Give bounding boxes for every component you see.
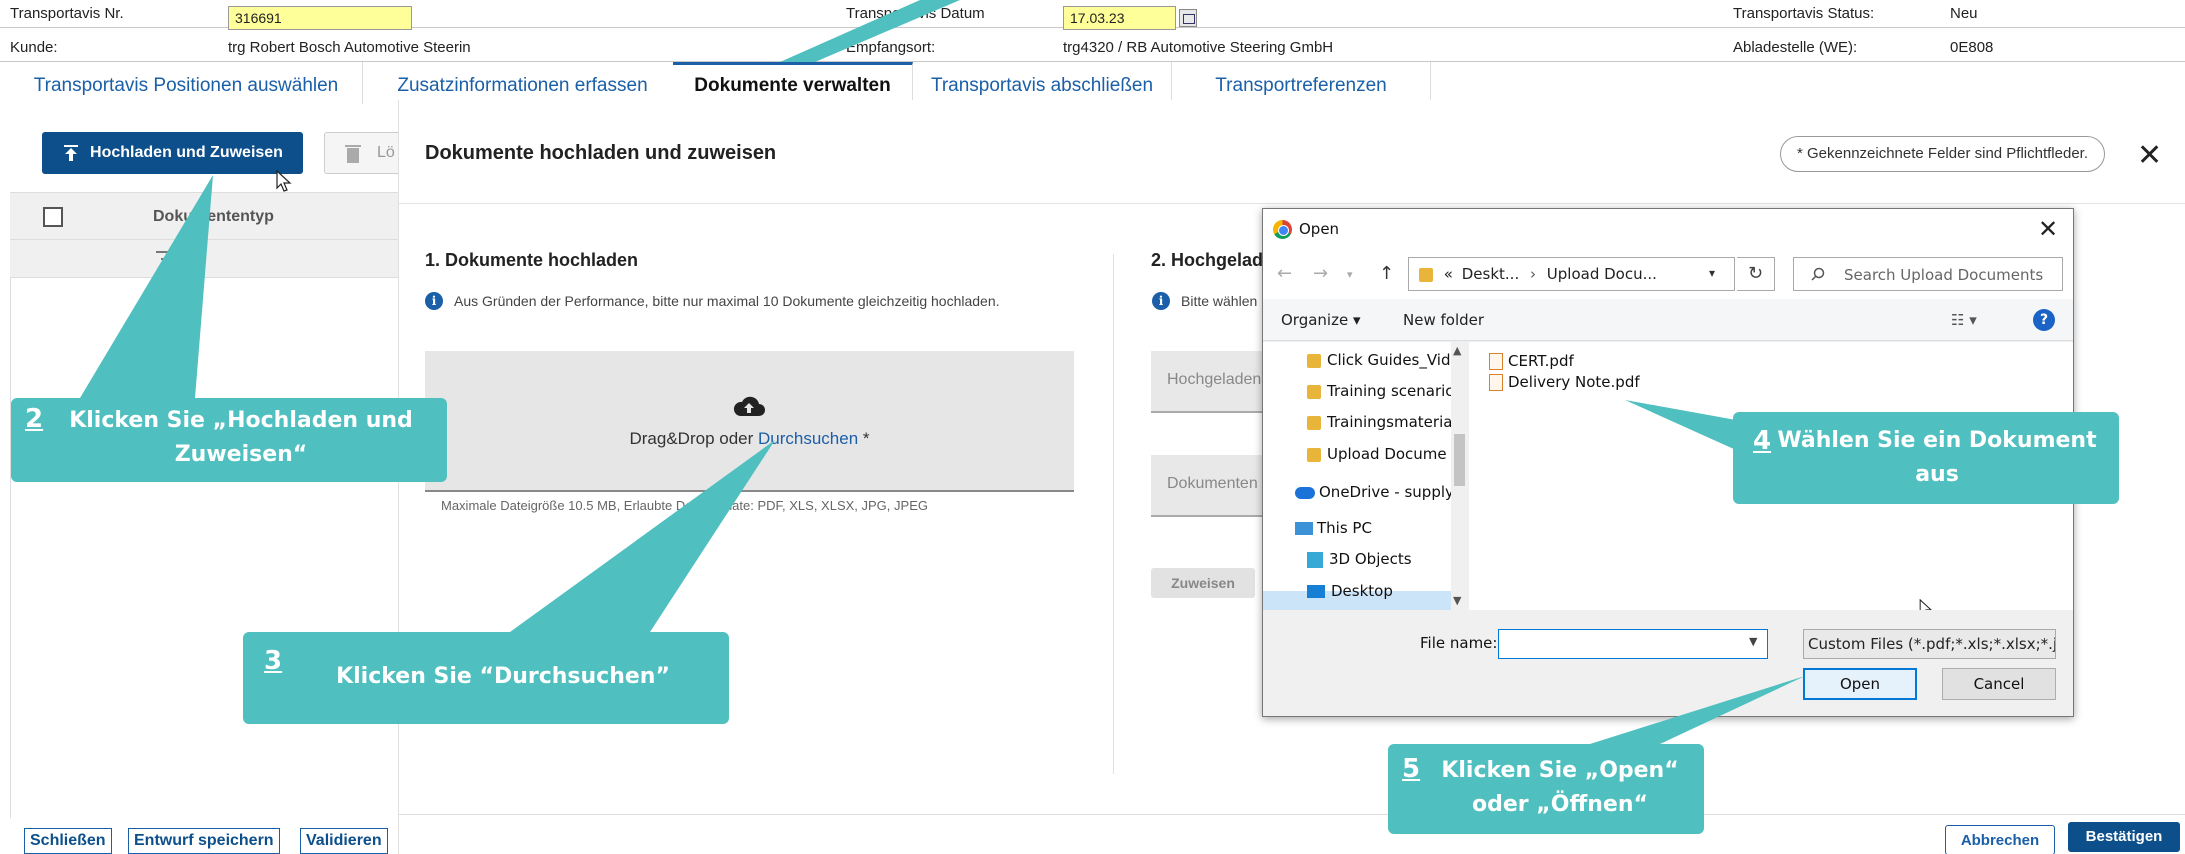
callout-number: 4 <box>1753 426 1772 456</box>
callout-text: Klicken Sie “Durchsuchen” <box>336 664 670 689</box>
callout-number: 2 <box>25 404 44 434</box>
callout-text: Klicken Sie „Hochladen und Zuweisen“ <box>69 408 413 467</box>
callout-pointer-top <box>780 0 960 62</box>
callout-pointer-2 <box>80 175 213 398</box>
callout-pointer-3 <box>510 440 775 632</box>
callout-text: Klicken Sie „Open“ oder „Öffnen“ <box>1441 758 1679 817</box>
callout-step-3: 3 Klicken Sie “Durchsuchen” <box>243 632 729 724</box>
callout-step-5: 5 Klicken Sie „Open“ oder „Öffnen“ <box>1388 744 1704 834</box>
callout-number: 3 <box>264 646 283 676</box>
callout-text: Wählen Sie ein Dokument aus <box>1777 428 2097 487</box>
callout-pointer-4 <box>1625 400 1736 450</box>
callout-step-4: 4 Wählen Sie ein Dokument aus <box>1733 412 2119 504</box>
callout-step-2: 2 Klicken Sie „Hochladen und Zuweisen“ <box>11 398 447 482</box>
callout-number: 5 <box>1402 754 1421 784</box>
callout-pointer-5 <box>1590 676 1805 744</box>
